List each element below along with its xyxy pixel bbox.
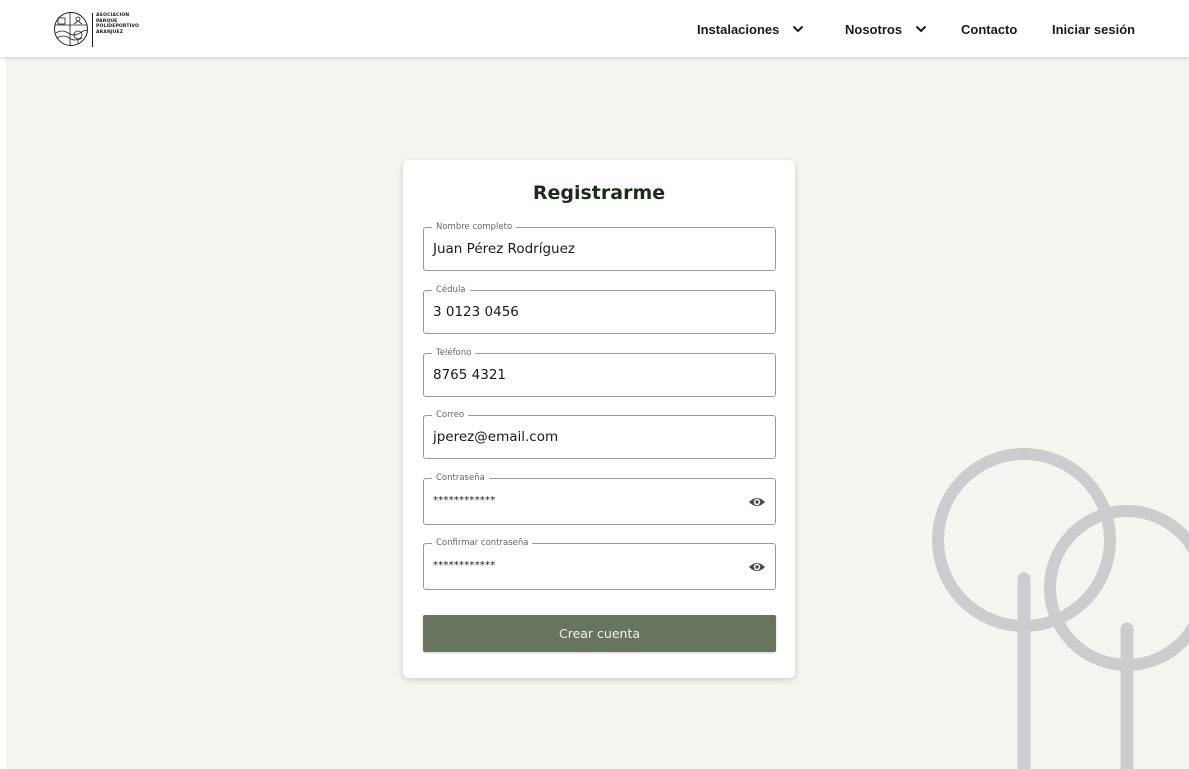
- logo-divider: [92, 13, 93, 47]
- nav-item-contacto[interactable]: Contacto: [961, 19, 1017, 39]
- email-field[interactable]: Correo jperez@email.com: [423, 409, 776, 459]
- full-name-field[interactable]: Nombre completo Juan Pérez Rodríguez: [423, 221, 776, 271]
- nav-item-label: Nosotros: [845, 21, 903, 37]
- chevron-down-icon: [915, 25, 927, 33]
- nav-item-label: Instalaciones: [697, 21, 780, 37]
- field-value: ************: [433, 560, 496, 571]
- field-label: Contraseña: [432, 472, 489, 484]
- logo-wordmark: ASOCIACION PARQUE POLIDEPORTIVO ARANJUEZ: [96, 13, 139, 35]
- field-value: jperez@email.com: [433, 429, 559, 445]
- eye-icon[interactable]: [748, 561, 766, 573]
- top-navbar: ASOCIACION PARQUE POLIDEPORTIVO ARANJUEZ…: [0, 0, 1189, 57]
- nav-item-iniciar-sesion[interactable]: Iniciar sesión: [1052, 19, 1135, 39]
- form-title: Registrarme: [532, 182, 666, 204]
- cedula-field[interactable]: Cédula 3 0123 0456: [423, 284, 776, 334]
- nav-item-label: Iniciar sesión: [1052, 21, 1136, 37]
- field-value: 8765 4321: [433, 367, 507, 383]
- field-label: Nombre completo: [432, 221, 517, 233]
- nav-item-instalaciones[interactable]: Instalaciones: [697, 19, 804, 39]
- field-label: Confirmar contraseña: [432, 537, 533, 549]
- logo-line: POLIDEPORTIVO: [96, 24, 139, 30]
- field-value: ************: [433, 495, 496, 506]
- logo-line: ARANJUEZ: [96, 29, 124, 35]
- field-value: 3 0123 0456: [433, 304, 519, 320]
- park-emblem-icon: [54, 12, 88, 46]
- field-label: Correo: [432, 409, 469, 421]
- password-field[interactable]: Contraseña ************: [423, 472, 776, 525]
- registration-card: Registrarme Nombre completo Juan Pérez R…: [403, 160, 795, 678]
- field-value: Juan Pérez Rodríguez: [433, 241, 575, 257]
- field-label: Cédula: [432, 284, 470, 296]
- chevron-down-icon: [793, 25, 804, 33]
- eye-icon[interactable]: [748, 496, 766, 508]
- site-logo[interactable]: ASOCIACION PARQUE POLIDEPORTIVO ARANJUEZ: [52, 11, 152, 49]
- nav-item-label: Contacto: [961, 21, 1018, 37]
- nav-item-nosotros[interactable]: Nosotros: [845, 19, 927, 39]
- confirm-password-field[interactable]: Confirmar contraseña ************: [423, 537, 776, 590]
- phone-field[interactable]: Teléfono 8765 4321: [423, 347, 776, 397]
- create-account-button[interactable]: Crear cuenta: [423, 615, 776, 652]
- field-label: Teléfono: [432, 347, 476, 359]
